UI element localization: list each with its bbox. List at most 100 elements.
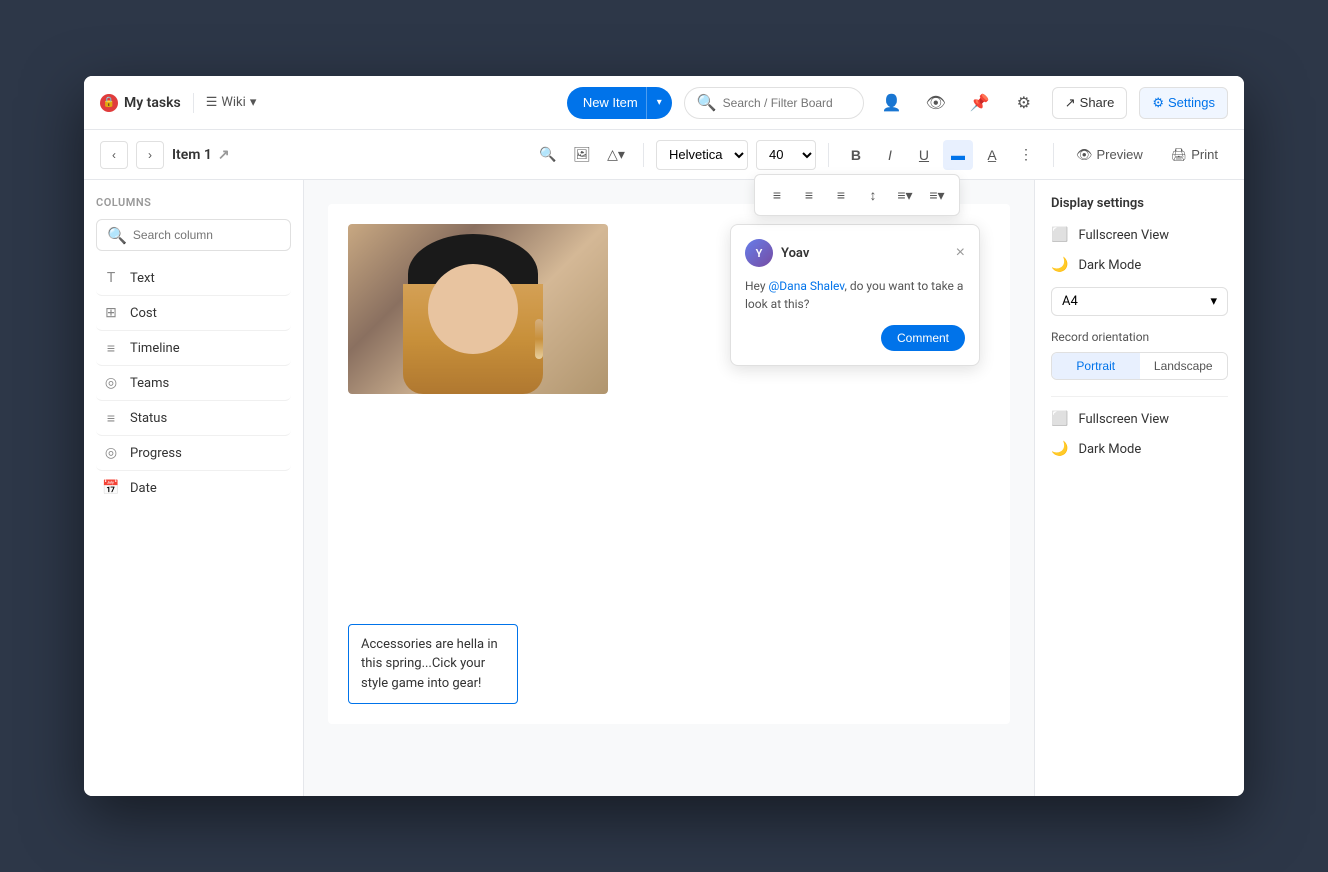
- settings-icon: ⚙: [1152, 95, 1164, 111]
- date-column-label: Date: [130, 481, 157, 496]
- eye-icon-btn[interactable]: 👁: [920, 87, 952, 119]
- bold-button[interactable]: B: [841, 140, 871, 170]
- search-bar[interactable]: 🔍: [684, 87, 864, 119]
- fullscreen-icon-2: ⬜: [1051, 411, 1068, 427]
- cost-column-icon: ⊞: [102, 304, 120, 322]
- item-title-text: Item 1: [172, 147, 212, 163]
- column-item-timeline[interactable]: ≡ Timeline: [96, 331, 291, 366]
- search-column-input[interactable]: [133, 228, 280, 242]
- comment-text: Hey @Dana Shalev, do you want to take a …: [745, 277, 965, 313]
- highlight-button[interactable]: ▬: [943, 140, 973, 170]
- canvas-image: [348, 224, 608, 394]
- preview-button[interactable]: 👁 Preview: [1066, 140, 1153, 170]
- list-button[interactable]: ≡▾: [891, 181, 919, 209]
- darkmode-label: Dark Mode: [1078, 258, 1141, 273]
- text-column-label: Text: [130, 271, 155, 286]
- next-item-button[interactable]: ›: [136, 141, 164, 169]
- line-height-button[interactable]: ≡▾: [923, 181, 951, 209]
- panel-title: Display settings: [1051, 196, 1228, 211]
- timeline-column-icon: ≡: [102, 339, 120, 357]
- search-input[interactable]: [723, 96, 851, 110]
- search-col-icon: 🔍: [107, 226, 127, 245]
- canvas-text: Accessories are hella in this spring...C…: [361, 637, 498, 691]
- divider-3: [1053, 143, 1054, 167]
- landscape-button[interactable]: Landscape: [1140, 353, 1228, 379]
- main-content: Columns 🔍 T Text ⊞ Cost ≡ Timeline ◎ Tea…: [84, 180, 1244, 796]
- column-item-text[interactable]: T Text: [96, 261, 291, 296]
- fullscreen-option[interactable]: ⬜ Fullscreen View: [1051, 227, 1228, 243]
- shapes-button[interactable]: △▾: [601, 140, 631, 170]
- columns-title: Columns: [96, 196, 291, 209]
- status-column-icon: ≡: [102, 409, 120, 427]
- earring-element: [535, 319, 543, 359]
- column-item-status[interactable]: ≡ Status: [96, 401, 291, 436]
- orientation-label: Record orientation: [1051, 330, 1228, 344]
- center-content: 📍 Accessories are hella in this spring..…: [304, 180, 1034, 796]
- portrait-button[interactable]: Portrait: [1052, 353, 1140, 379]
- column-item-date[interactable]: 📅 Date: [96, 471, 291, 505]
- fullscreen-icon: ⬜: [1051, 227, 1068, 243]
- logo-icon: 🔒: [100, 94, 118, 112]
- fullscreen-label: Fullscreen View: [1078, 228, 1169, 243]
- text-column-icon: T: [102, 269, 120, 287]
- darkmode-label-2: Dark Mode: [1078, 442, 1141, 457]
- font-size-select[interactable]: 40: [756, 140, 816, 170]
- avatar-initials: Y: [756, 247, 763, 260]
- toolbar: ‹ › Item 1 ↗ 🔍 🖼 △▾ Helvetica 40 B I U ▬…: [84, 130, 1244, 180]
- fullscreen-option-2[interactable]: ⬜ Fullscreen View: [1051, 411, 1228, 427]
- expand-icon[interactable]: ↗: [218, 147, 230, 163]
- comment-username: Yoav: [781, 246, 809, 261]
- paper-size-select[interactable]: A4 ▾: [1051, 287, 1228, 316]
- user-icon-btn[interactable]: 👤: [876, 87, 908, 119]
- align-center-button[interactable]: ≡: [795, 181, 823, 209]
- darkmode-option[interactable]: 🌙 Dark Mode: [1051, 257, 1228, 273]
- share-button[interactable]: ↗ Share: [1052, 87, 1128, 119]
- comment-popup: Y Yoav × Hey @Dana Shalev, do you want t…: [730, 224, 980, 366]
- nav-separator: [193, 93, 194, 113]
- face-element: [428, 264, 518, 354]
- italic-button[interactable]: I: [875, 140, 905, 170]
- format-group: B I U ▬ A̲ ⋮: [841, 140, 1041, 170]
- wiki-nav[interactable]: ☰ Wiki ▾: [206, 95, 257, 110]
- filter-icon-btn[interactable]: ⚙: [1008, 87, 1040, 119]
- search-column-box[interactable]: 🔍: [96, 219, 291, 251]
- align-right-button[interactable]: ≡: [827, 181, 855, 209]
- darkmode-icon: 🌙: [1051, 257, 1068, 273]
- settings-button[interactable]: ⚙ Settings: [1139, 87, 1228, 119]
- zoom-button[interactable]: 🔍: [533, 140, 563, 170]
- column-item-progress[interactable]: ◎ Progress: [96, 436, 291, 471]
- orientation-toggle: Portrait Landscape: [1051, 352, 1228, 380]
- column-item-cost[interactable]: ⊞ Cost: [96, 296, 291, 331]
- comment-submit-button[interactable]: Comment: [881, 325, 965, 351]
- print-icon: 🖨: [1171, 147, 1188, 163]
- column-item-teams[interactable]: ◎ Teams: [96, 366, 291, 401]
- align-height-button[interactable]: ↕: [859, 181, 887, 209]
- progress-column-icon: ◎: [102, 444, 120, 462]
- search-icon: 🔍: [697, 93, 717, 112]
- comment-close-button[interactable]: ×: [956, 244, 965, 262]
- canvas-text-box[interactable]: Accessories are hella in this spring...C…: [348, 624, 518, 705]
- teams-column-icon: ◎: [102, 374, 120, 392]
- image-button[interactable]: 🖼: [567, 140, 597, 170]
- print-button[interactable]: 🖨 Print: [1161, 140, 1228, 170]
- canvas-area: 📍 Accessories are hella in this spring..…: [328, 204, 1010, 724]
- fullscreen-label-2: Fullscreen View: [1078, 412, 1169, 427]
- prev-item-button[interactable]: ‹: [100, 141, 128, 169]
- more-button[interactable]: ⋮: [1011, 140, 1041, 170]
- divider-1: [643, 143, 644, 167]
- align-left-button[interactable]: ≡: [763, 181, 791, 209]
- preview-label: Preview: [1097, 147, 1143, 162]
- alignment-popup: ≡ ≡ ≡ ↕ ≡▾ ≡▾: [754, 174, 960, 216]
- darkmode-option-2[interactable]: 🌙 Dark Mode: [1051, 441, 1228, 457]
- cost-column-label: Cost: [130, 306, 157, 321]
- btn-arrow-icon: ▾: [647, 97, 672, 108]
- new-item-label: New Item: [583, 95, 646, 110]
- tool-group-1: 🔍 🖼 △▾: [533, 140, 631, 170]
- pin-icon-btn[interactable]: 📌: [964, 87, 996, 119]
- font-family-select[interactable]: Helvetica: [656, 140, 748, 170]
- date-column-icon: 📅: [102, 479, 120, 497]
- comment-avatar: Y: [745, 239, 773, 267]
- color-button[interactable]: A̲: [977, 140, 1007, 170]
- underline-button[interactable]: U: [909, 140, 939, 170]
- new-item-button[interactable]: New Item ▾: [567, 87, 672, 119]
